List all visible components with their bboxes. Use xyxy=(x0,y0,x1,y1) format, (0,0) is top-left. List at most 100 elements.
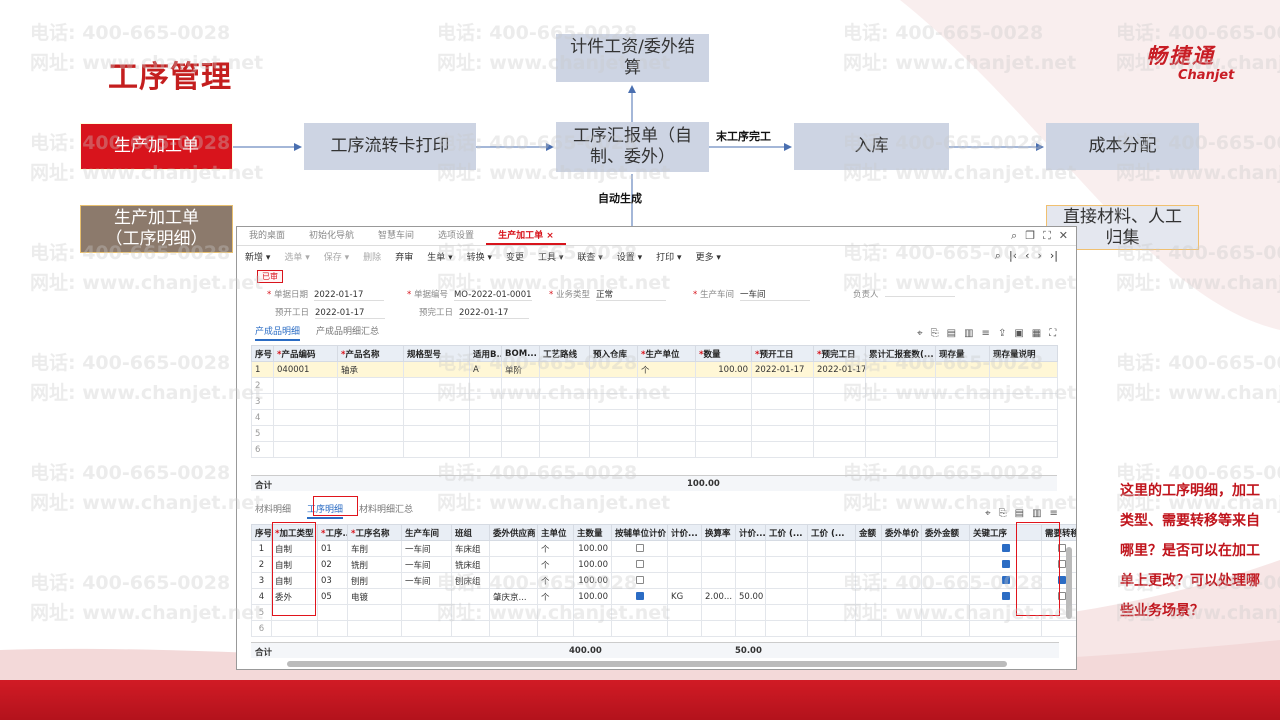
table-cell[interactable] xyxy=(403,425,470,442)
table-cell[interactable]: 一车间 xyxy=(401,572,452,589)
table-cell[interactable]: 刨削 xyxy=(347,572,402,589)
table-cell[interactable] xyxy=(337,377,404,394)
first-record-icon[interactable]: |‹ xyxy=(1009,249,1017,263)
product-col-header[interactable]: *产品编码 xyxy=(273,345,338,362)
toolbar-new-button[interactable]: 新增 ▾ xyxy=(245,250,270,263)
table-cell[interactable]: 100.00 xyxy=(573,556,612,573)
table-cell[interactable] xyxy=(695,441,752,458)
plan-start-input[interactable]: 2022-01-17 xyxy=(315,308,386,319)
table-cell[interactable] xyxy=(337,441,404,458)
tab-init-nav[interactable]: 初始化导航 xyxy=(297,227,366,245)
table-cell[interactable] xyxy=(881,620,922,637)
process-col-header[interactable]: 工价 (... xyxy=(765,524,808,541)
table-cell[interactable]: 100.00 xyxy=(695,361,752,378)
table-cell[interactable]: 6 xyxy=(251,441,274,458)
table-cell[interactable] xyxy=(935,393,990,410)
aux-unit-checkbox[interactable] xyxy=(635,544,644,552)
table-cell[interactable] xyxy=(865,409,936,426)
table-cell[interactable] xyxy=(695,393,752,410)
key-process-checkbox[interactable] xyxy=(1001,576,1010,584)
table-cell[interactable]: KG xyxy=(667,588,702,605)
process-col-header[interactable]: 主单位 xyxy=(537,524,574,541)
table-cell[interactable]: 1 xyxy=(251,540,272,557)
process-col-header[interactable]: *工序名称 xyxy=(347,524,402,541)
table-cell[interactable] xyxy=(489,604,538,621)
table-cell[interactable] xyxy=(921,556,970,573)
table-cell[interactable] xyxy=(589,361,638,378)
table-cell[interactable]: 4 xyxy=(251,588,272,605)
table-cell[interactable]: 2.00... xyxy=(701,588,736,605)
table-cell[interactable] xyxy=(695,409,752,426)
table-cell[interactable] xyxy=(401,604,452,621)
table-cell[interactable] xyxy=(611,604,668,621)
table-cell[interactable] xyxy=(451,620,490,637)
table-cell[interactable] xyxy=(451,604,490,621)
last-record-icon[interactable]: ›| xyxy=(1050,249,1058,263)
table-cell[interactable] xyxy=(403,409,470,426)
paste-icon[interactable]: ▤ xyxy=(947,328,956,339)
table-cell[interactable] xyxy=(637,441,696,458)
process-col-header[interactable]: 生产车间 xyxy=(401,524,452,541)
process-col-header[interactable]: 序号 xyxy=(251,524,272,541)
table-row[interactable]: 5 xyxy=(251,425,1058,442)
table-cell[interactable] xyxy=(589,409,638,426)
locate-icon[interactable]: ⌖ xyxy=(985,508,991,519)
table-cell[interactable] xyxy=(347,604,402,621)
table-cell[interactable] xyxy=(273,377,338,394)
toolbar-print-button[interactable]: 打印 ▾ xyxy=(656,250,681,263)
table-cell[interactable] xyxy=(751,425,814,442)
table-cell[interactable] xyxy=(969,620,1042,637)
table-cell[interactable] xyxy=(589,425,638,442)
table-cell[interactable] xyxy=(469,441,502,458)
product-col-header[interactable]: 工艺路线 xyxy=(539,345,590,362)
table-row[interactable]: 2 自制 02 铣削 一车间 铣床组个 100.00 xyxy=(251,556,1076,573)
table-cell[interactable] xyxy=(637,425,696,442)
table-cell[interactable] xyxy=(765,620,808,637)
table-cell[interactable] xyxy=(637,377,696,394)
table-row[interactable]: 4 xyxy=(251,409,1058,426)
table-cell[interactable]: 一车间 xyxy=(401,556,452,573)
table-cell[interactable] xyxy=(865,393,936,410)
table-cell[interactable]: 03 xyxy=(317,572,348,589)
aux-unit-checkbox[interactable] xyxy=(635,560,644,568)
table-cell[interactable] xyxy=(921,572,970,589)
table-cell[interactable]: 铣削 xyxy=(347,556,402,573)
table-cell[interactable] xyxy=(637,409,696,426)
table-cell[interactable] xyxy=(537,604,574,621)
table-cell[interactable] xyxy=(637,393,696,410)
table-cell[interactable] xyxy=(489,556,538,573)
table-cell[interactable]: 4 xyxy=(251,409,274,426)
table-cell[interactable] xyxy=(589,393,638,410)
table-cell[interactable]: 3 xyxy=(251,393,274,410)
table-cell[interactable] xyxy=(807,588,856,605)
table-cell[interactable] xyxy=(611,572,668,589)
table-cell[interactable]: 2022-01-17 xyxy=(813,361,866,378)
export-icon[interactable]: ⇪ xyxy=(998,328,1006,339)
table-cell[interactable]: 肇庆京... xyxy=(489,588,538,605)
tab-desktop[interactable]: 我的桌面 xyxy=(237,227,297,245)
table-cell[interactable] xyxy=(989,441,1058,458)
table-cell[interactable]: 2 xyxy=(251,377,274,394)
tab-product-summary[interactable]: 产成品明细汇总 xyxy=(316,324,379,341)
table-cell[interactable] xyxy=(611,540,668,557)
bookmark-icon[interactable]: ▣ xyxy=(1014,328,1023,339)
filter-icon[interactable]: ≡ xyxy=(1050,508,1058,519)
table-cell[interactable]: 刨床组 xyxy=(451,572,490,589)
owner-input[interactable] xyxy=(884,296,955,297)
table-cell[interactable] xyxy=(935,361,990,378)
table-cell[interactable] xyxy=(807,556,856,573)
table-cell[interactable]: 轴承 xyxy=(337,361,404,378)
toolbar-more-button[interactable]: 更多 ▾ xyxy=(696,250,721,263)
process-col-header[interactable]: 工价 (... xyxy=(807,524,856,541)
table-row[interactable]: 2 xyxy=(251,377,1058,394)
table-cell[interactable] xyxy=(403,393,470,410)
product-col-header[interactable]: 规格型号 xyxy=(403,345,470,362)
table-cell[interactable] xyxy=(401,588,452,605)
table-cell[interactable]: 个 xyxy=(537,588,574,605)
table-cell[interactable] xyxy=(337,425,404,442)
maximize-icon[interactable]: ⛶ xyxy=(1043,229,1051,243)
process-col-header[interactable]: 委外单价 xyxy=(881,524,922,541)
table-cell[interactable] xyxy=(489,620,538,637)
table-cell[interactable]: 车床组 xyxy=(451,540,490,557)
table-cell[interactable] xyxy=(611,556,668,573)
